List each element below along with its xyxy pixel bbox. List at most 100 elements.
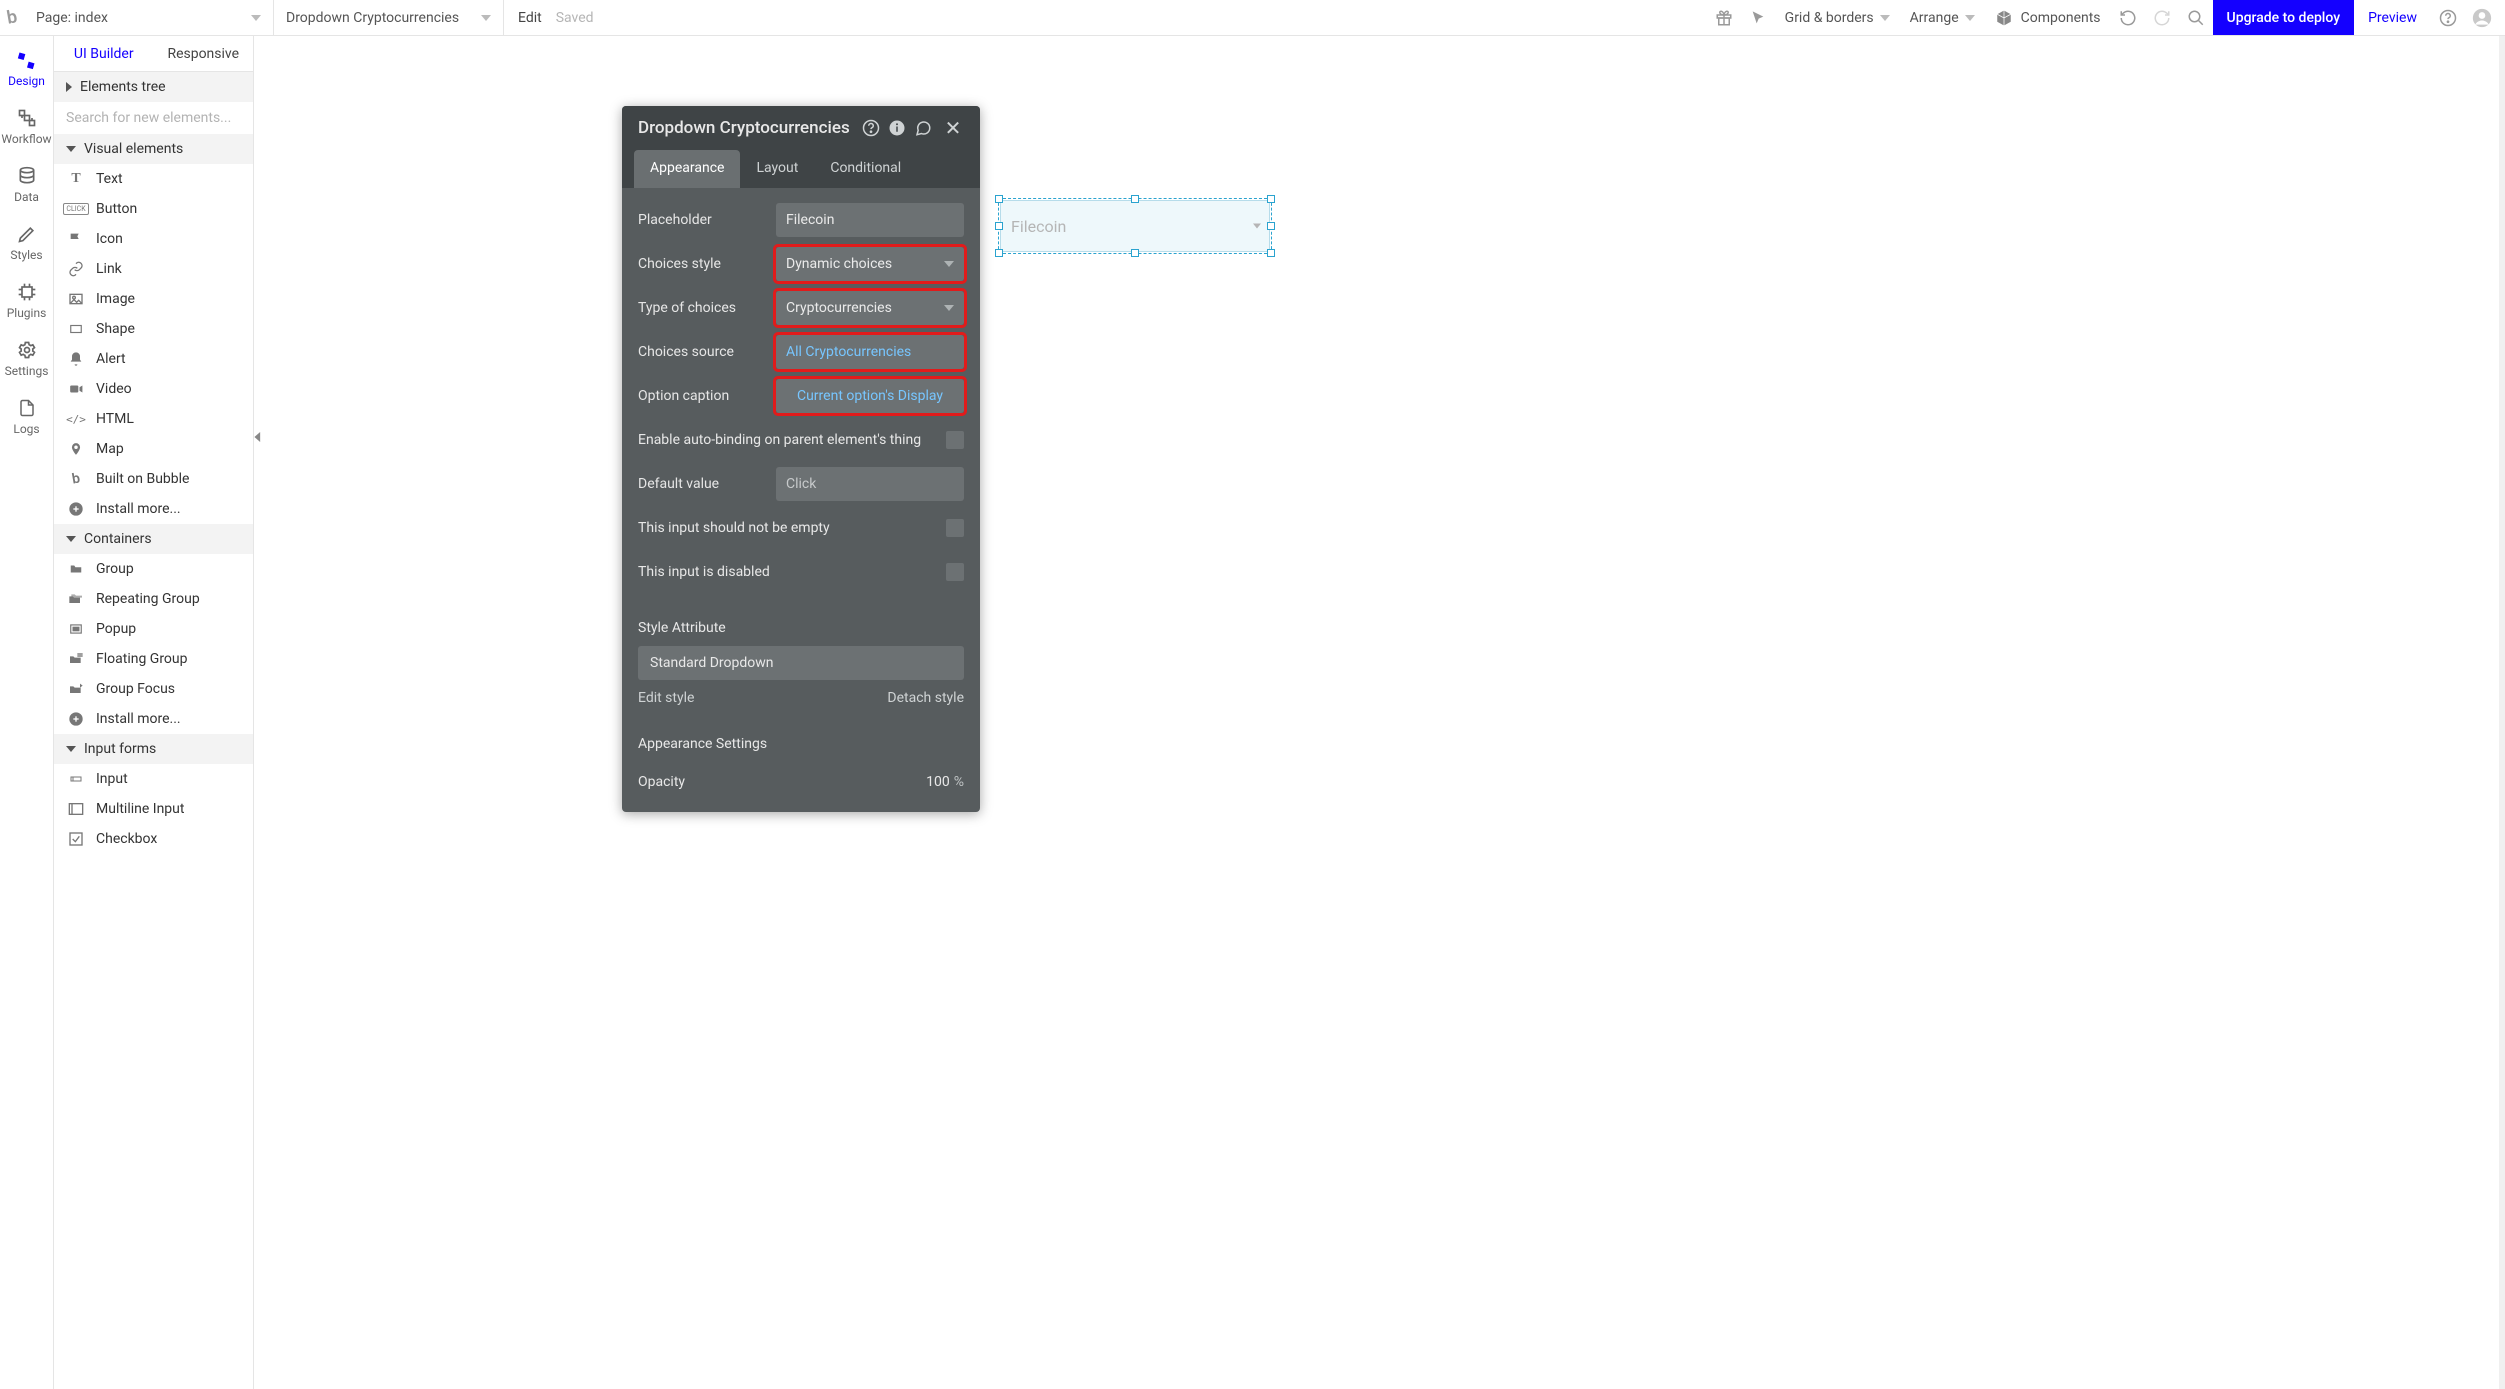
chevron-down-icon [944, 305, 954, 311]
cube-icon [1995, 9, 2013, 27]
element-floating-group[interactable]: Floating Group [54, 644, 253, 674]
undo-icon[interactable] [2111, 0, 2145, 36]
element-icon[interactable]: Icon [54, 224, 253, 254]
preview-button[interactable]: Preview [2354, 0, 2431, 35]
tab-ui-builder[interactable]: UI Builder [54, 36, 154, 71]
element-built-on-bubble[interactable]: bBuilt on Bubble [54, 464, 253, 494]
containers-toggle[interactable]: Containers [54, 524, 253, 554]
element-link[interactable]: Link [54, 254, 253, 284]
detach-style-link[interactable]: Detach style [887, 690, 964, 706]
prop-not-empty-label: This input should not be empty [638, 520, 934, 536]
element-input[interactable]: Input [54, 764, 253, 794]
visual-elements-toggle[interactable]: Visual elements [54, 134, 253, 164]
info-icon[interactable] [888, 119, 914, 137]
element-multiline-input[interactable]: Multiline Input [54, 794, 253, 824]
element-group[interactable]: Group [54, 554, 253, 584]
account-icon[interactable] [2465, 0, 2499, 36]
property-editor-tabs: Appearance Layout Conditional [622, 150, 980, 188]
canvas-dropdown-element[interactable]: Filecoin [1000, 200, 1270, 252]
property-editor-header[interactable]: Dropdown Cryptocurrencies ✕ [622, 106, 980, 150]
plus-circle-icon [66, 500, 86, 518]
prop-choices-source-input[interactable]: All Cryptocurrencies [776, 335, 964, 369]
element-image[interactable]: Image [54, 284, 253, 314]
tab-appearance[interactable]: Appearance [634, 150, 740, 188]
selected-element-name: Dropdown Cryptocurrencies [286, 10, 459, 26]
nav-settings[interactable]: Settings [0, 332, 53, 388]
style-select[interactable]: Standard Dropdown [638, 646, 964, 680]
nav-workflow[interactable]: Workflow [0, 100, 53, 156]
resize-handle-nw[interactable] [995, 195, 1003, 203]
nav-logs-label: Logs [13, 422, 39, 436]
elements-tree-toggle[interactable]: Elements tree [54, 72, 253, 102]
redo-icon[interactable] [2145, 0, 2179, 36]
prop-placeholder-input[interactable]: Filecoin [776, 203, 964, 237]
element-checkbox[interactable]: Checkbox [54, 824, 253, 854]
element-video[interactable]: Video [54, 374, 253, 404]
video-icon [66, 380, 86, 398]
element-text[interactable]: TText [54, 164, 253, 194]
nav-plugins[interactable]: Plugins [0, 274, 53, 330]
prop-autobind-checkbox[interactable] [946, 431, 964, 449]
style-attribute-label: Style Attribute [638, 620, 964, 636]
help-icon[interactable] [2431, 0, 2465, 36]
resize-handle-e[interactable] [1267, 222, 1275, 230]
components-label: Components [2021, 10, 2101, 26]
prop-disabled-checkbox[interactable] [946, 563, 964, 581]
element-group-focus[interactable]: Group Focus [54, 674, 253, 704]
nav-data[interactable]: Data [0, 158, 53, 214]
checkbox-icon [66, 830, 86, 848]
search-icon[interactable] [2179, 0, 2213, 36]
tab-layout[interactable]: Layout [740, 150, 814, 188]
resize-handle-n[interactable] [1131, 195, 1139, 203]
element-install-more-visual[interactable]: Install more... [54, 494, 253, 524]
arrange-menu[interactable]: Arrange [1900, 0, 1985, 35]
element-button[interactable]: CLICKButton [54, 194, 253, 224]
element-html[interactable]: </>HTML [54, 404, 253, 434]
resize-handle-w[interactable] [995, 222, 1003, 230]
prop-not-empty-checkbox[interactable] [946, 519, 964, 537]
element-alert[interactable]: Alert [54, 344, 253, 374]
tab-responsive[interactable]: Responsive [154, 36, 254, 71]
gift-icon[interactable] [1707, 0, 1741, 36]
resize-handle-s[interactable] [1131, 249, 1139, 257]
appearance-settings-label: Appearance Settings [638, 736, 964, 752]
input-forms-label: Input forms [84, 741, 156, 757]
nav-design[interactable]: Design [0, 42, 53, 98]
upgrade-button[interactable]: Upgrade to deploy [2213, 0, 2355, 35]
chevron-down-icon [481, 15, 491, 21]
edit-menu[interactable]: Edit [518, 10, 542, 26]
comment-icon[interactable] [914, 119, 940, 137]
prop-default-value-input[interactable] [776, 467, 964, 501]
help-icon[interactable] [862, 119, 888, 137]
element-install-more-container[interactable]: Install more... [54, 704, 253, 734]
opacity-unit: % [954, 774, 964, 790]
element-map[interactable]: Map [54, 434, 253, 464]
opacity-value[interactable]: 100 [926, 774, 950, 790]
triangle-down-icon [66, 146, 76, 152]
resize-handle-ne[interactable] [1267, 195, 1275, 203]
search-input[interactable] [54, 102, 253, 134]
page-selector[interactable]: Page: index [24, 0, 274, 35]
nav-logs[interactable]: Logs [0, 390, 53, 446]
nav-styles-label: Styles [10, 248, 42, 262]
edit-style-link[interactable]: Edit style [638, 690, 694, 706]
tab-conditional[interactable]: Conditional [814, 150, 917, 188]
nav-styles[interactable]: Styles [0, 216, 53, 272]
prop-type-choices-select[interactable]: Cryptocurrencies [776, 291, 964, 325]
image-icon [66, 290, 86, 308]
element-popup[interactable]: Popup [54, 614, 253, 644]
property-editor[interactable]: Dropdown Cryptocurrencies ✕ Appearance L… [622, 106, 980, 812]
components-button[interactable]: Components [1985, 0, 2111, 35]
resize-handle-se[interactable] [1267, 249, 1275, 257]
canvas[interactable]: Filecoin Dropdown Cryptocurrencies [254, 36, 2505, 1389]
resize-handle-sw[interactable] [995, 249, 1003, 257]
close-icon[interactable]: ✕ [940, 116, 966, 140]
input-forms-toggle[interactable]: Input forms [54, 734, 253, 764]
element-shape[interactable]: Shape [54, 314, 253, 344]
prop-option-caption-input[interactable]: Current option's Display [776, 379, 964, 413]
element-repeating-group[interactable]: Repeating Group [54, 584, 253, 614]
cursor-icon[interactable] [1741, 0, 1775, 36]
grid-borders-menu[interactable]: Grid & borders [1775, 0, 1900, 35]
prop-choices-style-select[interactable]: Dynamic choices [776, 247, 964, 281]
element-selector[interactable]: Dropdown Cryptocurrencies [274, 0, 504, 35]
